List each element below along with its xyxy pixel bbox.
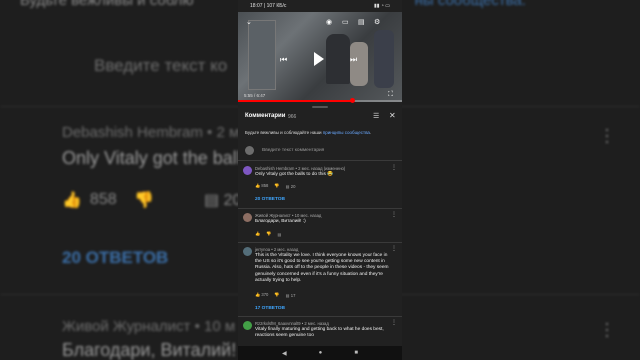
avatar [245, 146, 254, 155]
back-icon[interactable]: ◀ [282, 350, 287, 357]
comment-author[interactable]: Debashish Hembram • 2 мес. назад (измене… [255, 166, 345, 171]
close-icon[interactable]: ✕ [389, 111, 396, 120]
comments-panel: Комментарии 966 ☰ ✕ Будьте вежливы и соб… [238, 104, 402, 360]
play-icon[interactable] [314, 52, 324, 66]
divider [238, 208, 402, 209]
more-options-icon[interactable]: ⋮ [391, 164, 397, 171]
screen: Будьте вежливы и соблю ны сообщества. Вв… [0, 0, 640, 360]
status-icons: ▮▮ ◔ ▭ [373, 3, 390, 9]
bg-like: 👍 858 [62, 191, 117, 209]
bg-reply-icon: ▤ [204, 192, 220, 209]
bg-author: Живой Журналист • 10 м [62, 318, 236, 335]
guidelines-link[interactable]: принципы сообщества [323, 130, 370, 135]
bg-more-icon: · · · [604, 313, 610, 345]
more-options-icon[interactable]: ⋮ [391, 319, 397, 326]
system-nav-bar: ◀ ● ■ [238, 346, 402, 360]
reply-icon: ▤ [285, 183, 290, 189]
video-scene [374, 30, 394, 88]
comments-count: 966 [288, 113, 297, 120]
video-scene [248, 20, 276, 90]
status-speed: 107 КБ/с [266, 3, 287, 9]
comment-input[interactable]: Введите текст комментария [262, 148, 324, 153]
divider [238, 242, 402, 243]
reply-icon[interactable]: ▤ [277, 232, 281, 237]
replies-link[interactable]: 17 ОТВЕТОВ [255, 306, 285, 311]
bg-comment-text: Благодари, Виталий! [62, 340, 237, 360]
autoplay-toggle-icon[interactable]: ◉ [326, 18, 332, 26]
comments-title: Комментарии [245, 113, 286, 119]
video-scene [326, 34, 350, 84]
collapse-icon[interactable]: ⌄ [246, 18, 252, 26]
comment-actions: 👍 858 👎 ▤ 20 [255, 183, 295, 189]
bg-comment-text: Only Vitaly got the ball [62, 148, 241, 168]
comment-actions: 👍 370 👎 ▤ 17 [255, 292, 295, 298]
bg-author: Debashish Hembram • 2 м [62, 124, 240, 141]
thumbs-up-icon[interactable]: 👍 [255, 231, 260, 237]
avatar[interactable] [243, 247, 252, 256]
like-button[interactable]: 👍 858 [255, 183, 268, 189]
avatar[interactable] [243, 213, 252, 222]
comment-text: Vitaly finally maturing and getting back… [255, 327, 384, 339]
bg-thumbs-up-icon: 👍 [62, 192, 82, 209]
status-time: 18:07 [250, 3, 263, 9]
replies-link[interactable]: 20 ОТВЕТОВ [255, 197, 285, 202]
phone-screen: 18:07 | 107 КБ/с ▮▮ ◔ ▭ ⌄ ◉ ▭ ▤ ⚙ ⏮ ⏭ 5:… [238, 0, 402, 360]
bg-reply: ▤ 20 [204, 192, 242, 209]
comment-text: Only Vitaly got the balls to do this 😂 [255, 172, 334, 177]
comment-author[interactable]: Rz2rkxlsfM_6aaxvnnalt9 • 2 мес. назад [255, 321, 329, 326]
comment-text: This is the Vitality we love. I think ev… [255, 253, 389, 283]
captions-icon[interactable]: ▤ [358, 18, 365, 26]
thumbs-up-icon: 👍 [255, 292, 261, 297]
timecode: 5:55 / 6:47 [244, 93, 266, 98]
divider [238, 160, 402, 161]
bg-replies-link: 20 ОТВЕТОВ [62, 248, 169, 267]
drag-handle[interactable] [312, 106, 328, 108]
sort-filter-icon[interactable]: ☰ [373, 112, 379, 120]
comment-text: Благодари, Виталий! :) [255, 219, 306, 224]
bg-more-icon: · · · [604, 119, 610, 151]
thumbs-down-icon[interactable]: 👎 [266, 231, 271, 237]
settings-gear-icon[interactable]: ⚙ [374, 18, 380, 26]
reply-button[interactable]: ▤ 17 [286, 293, 296, 298]
comment-actions: 👍 👎 ▤ [255, 231, 281, 237]
progress-fill [238, 100, 353, 102]
previous-icon[interactable]: ⏮ [280, 55, 287, 65]
thumbs-down-icon[interactable]: 👎 [274, 292, 279, 298]
cast-icon[interactable]: ▭ [342, 18, 349, 26]
avatar[interactable] [243, 166, 252, 175]
bg-placeholder: Введите текст ко [94, 56, 228, 75]
thumbs-up-icon: 👍 [255, 183, 261, 188]
more-options-icon[interactable]: ⋮ [391, 245, 397, 252]
status-bar: 18:07 | 107 КБ/с ▮▮ ◔ ▭ [250, 3, 390, 9]
avatar[interactable] [243, 321, 252, 330]
progress-bar[interactable] [238, 98, 402, 103]
video-player[interactable]: ⌄ ◉ ▭ ▤ ⚙ ⏮ ⏭ 5:55 / 6:47 ⛶ [238, 12, 402, 102]
fullscreen-icon[interactable]: ⛶ [388, 91, 393, 99]
reply-button[interactable]: ▤ 20 [286, 184, 296, 189]
recents-icon[interactable]: ■ [354, 350, 358, 356]
home-icon[interactable]: ● [319, 350, 323, 356]
bg-thumbs-down-icon: 👎 [134, 192, 154, 209]
thumbs-down-icon[interactable]: 👎 [274, 183, 279, 189]
divider [238, 316, 402, 317]
more-options-icon[interactable]: ⋮ [391, 211, 397, 218]
next-icon[interactable]: ⏭ [350, 55, 357, 65]
like-button[interactable]: 👍 370 [255, 292, 268, 298]
comment-author[interactable]: jerrynoa • 2 мес. назад [255, 247, 298, 252]
reply-icon: ▤ [285, 292, 290, 298]
comment-author[interactable]: Живой Журналист • 10 мес. назад [255, 213, 321, 218]
progress-knob[interactable] [350, 98, 356, 103]
community-rules: Будьте вежливы и соблюдайте наши принцип… [245, 130, 372, 135]
